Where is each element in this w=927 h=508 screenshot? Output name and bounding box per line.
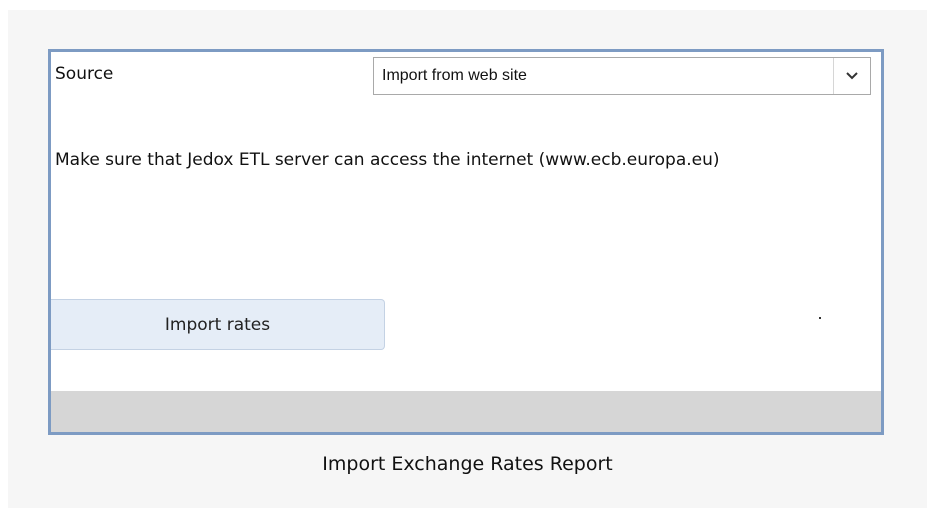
figure-caption: Import Exchange Rates Report <box>322 453 613 475</box>
import-rates-panel: Source Import from web site Make sure th… <box>48 49 884 435</box>
dropdown-toggle[interactable] <box>833 58 870 94</box>
dot-mark <box>819 317 821 319</box>
page-background: Source Import from web site Make sure th… <box>8 10 927 508</box>
status-bar <box>51 391 881 432</box>
connectivity-note: Make sure that Jedox ETL server can acce… <box>55 150 720 170</box>
source-select-value: Import from web site <box>382 67 527 84</box>
source-select[interactable]: Import from web site <box>373 57 871 95</box>
source-label: Source <box>55 64 114 84</box>
chevron-down-icon <box>846 72 858 80</box>
import-rates-button[interactable]: Import rates <box>51 299 385 350</box>
